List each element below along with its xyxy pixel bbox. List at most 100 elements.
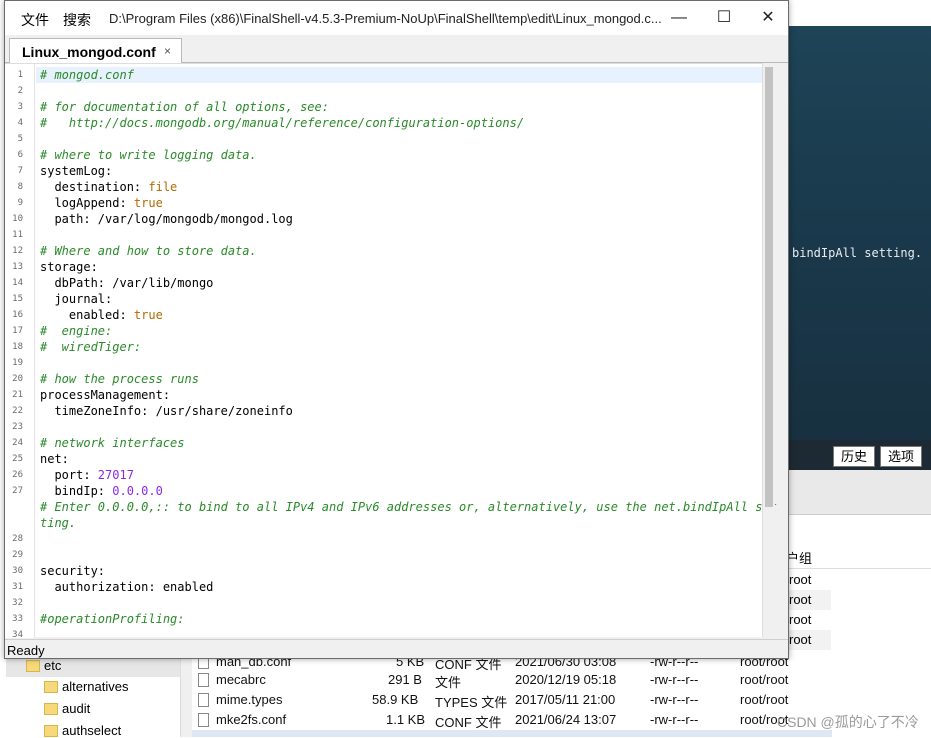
table-row-partial: [192, 730, 832, 737]
file-name: mime.types: [216, 692, 283, 707]
file-perm: -rw-r--r--: [650, 712, 699, 727]
file-type: 文件: [435, 675, 462, 690]
code-token: authorization: enabled: [40, 580, 214, 594]
tab-label: Linux_mongod.conf: [22, 44, 156, 60]
line-number: 1: [17, 70, 23, 80]
line-number: 13: [12, 262, 23, 272]
file-perm: -rw-r--r--: [650, 692, 699, 707]
file-date: 2017/05/11 21:00: [515, 692, 616, 707]
code-token: processManagement:: [40, 388, 171, 402]
file-size: 58.9 KB: [372, 692, 419, 707]
line-number: 31: [12, 582, 23, 592]
code-token: journal:: [40, 292, 113, 306]
menu-search[interactable]: 搜索: [63, 10, 91, 30]
line-number: 9: [17, 198, 23, 208]
table-row[interactable]: mime.types 58.9 KB TYPES 文件 2017/05/11 2…: [192, 690, 832, 710]
code-line: logAppend: true: [40, 195, 162, 211]
close-button[interactable]: ✕: [748, 5, 788, 31]
code-line: bindIp: 0.0.0.0: [40, 483, 163, 499]
code-token: systemLog:: [40, 164, 113, 178]
file-toolbar: [789, 470, 931, 515]
scrollbar-thumb[interactable]: [765, 67, 773, 507]
line-number: 28: [12, 534, 23, 544]
line-number: 19: [12, 358, 23, 368]
directory-tree: etc alternatives audit authselect: [0, 657, 180, 738]
file-date: 2020/12/19 05:18: [515, 672, 617, 687]
table-row[interactable]: mke2fs.conf 1.1 KB CONF 文件 2021/06/24 13…: [192, 710, 832, 730]
line-number: 17: [12, 326, 23, 336]
file-name: mecabrc: [216, 672, 266, 687]
code-line: # for documentation of all options, see:: [40, 99, 329, 115]
code-line: dbPath: /var/lib/mongo: [40, 275, 213, 291]
history-button[interactable]: 历史: [833, 446, 875, 467]
line-number: 21: [12, 390, 23, 400]
code-line: destination: file: [40, 179, 177, 195]
code-token: logAppend:: [40, 196, 134, 210]
line-number: 24: [12, 438, 23, 448]
line-number: 32: [12, 598, 23, 608]
code-token: port:: [40, 468, 98, 482]
file-owner: root/root: [740, 692, 789, 707]
code-line: # Where and how to store data.: [40, 243, 257, 259]
file-date: 2021/06/24 13:07: [515, 712, 617, 727]
tree-item-alternatives[interactable]: alternatives: [62, 679, 128, 694]
tree-item-audit[interactable]: audit: [62, 701, 90, 716]
title-bar[interactable]: 文件 搜索 D:\Program Files (x86)\FinalShell-…: [5, 1, 788, 35]
line-number: 29: [12, 550, 23, 560]
code-token: dbPath: /var/lib/mongo: [40, 276, 214, 290]
code-line: # engine:: [40, 323, 112, 339]
tree-splitter[interactable]: [180, 657, 192, 737]
code-token: security:: [40, 564, 106, 578]
line-number: 26: [12, 470, 23, 480]
menu-file[interactable]: 文件: [21, 10, 49, 30]
tree-item-etc[interactable]: etc: [44, 658, 61, 673]
code-line: # how the process runs: [40, 371, 199, 387]
column-header-group[interactable]: 户组: [786, 548, 812, 567]
status-bar: Ready: [5, 639, 788, 658]
file-path: D:\Program Files (x86)\FinalShell-v4.5.3…: [109, 11, 662, 26]
file-type: TYPES 文件: [435, 695, 508, 710]
code-token: # wiredTiger:: [40, 340, 142, 354]
code-line: #operationProfiling:: [40, 611, 185, 627]
line-number: 7: [17, 166, 23, 176]
owner-cell: root: [789, 632, 812, 647]
line-number: 14: [12, 278, 23, 288]
tab-linux-mongod-conf[interactable]: Linux_mongod.conf ×: [9, 38, 182, 64]
line-number: 30: [12, 566, 23, 576]
file-name: mke2fs.conf: [216, 712, 287, 727]
code-token: # engine:: [40, 324, 113, 338]
file-icon: [198, 713, 209, 727]
tab-close-icon[interactable]: ×: [164, 44, 171, 58]
line-number: 27: [12, 486, 23, 496]
code-token: # Enter 0.0.0.0,:: to bind to all IPv4 a…: [40, 500, 777, 514]
table-row[interactable]: mecabrc 291 B 文件 2020/12/19 05:18 -rw-r-…: [192, 670, 832, 690]
line-number: 12: [12, 246, 23, 256]
code-token: storage:: [40, 260, 98, 274]
line-number: 15: [12, 294, 23, 304]
line-number: 11: [12, 230, 23, 240]
line-number: 25: [12, 454, 23, 464]
code-token: # for documentation of all options, see:: [40, 100, 329, 114]
maximize-button[interactable]: ☐: [704, 5, 744, 31]
code-token: # Where and how to store data.: [40, 244, 257, 258]
options-button[interactable]: 选项: [880, 446, 922, 467]
code-token: # how the process runs: [40, 372, 199, 386]
line-number: 2: [17, 86, 23, 96]
line-number: 5: [17, 134, 23, 144]
code-token: # where to write logging data.: [40, 148, 257, 162]
code-token: destination:: [40, 180, 149, 194]
code-token: net:: [40, 452, 69, 466]
terminal-text: bindIpAll setting.: [792, 246, 923, 260]
code-line: enabled: true: [40, 307, 163, 323]
tree-item-authselect[interactable]: authselect: [62, 723, 121, 738]
code-token: 27017: [97, 468, 134, 482]
code-token: 0.0.0.0: [112, 484, 163, 498]
vertical-scrollbar[interactable]: [762, 63, 775, 637]
code-editor[interactable]: 1 # mongod.conf 2 3 # for documentation of a…: [5, 63, 777, 640]
file-size: 291 B: [388, 672, 422, 687]
code-line: # where to write logging data.: [40, 147, 257, 163]
line-number: 33: [12, 614, 23, 624]
minimize-button[interactable]: —: [659, 5, 699, 31]
line-number: 4: [17, 118, 23, 128]
file-perm: -rw-r--r--: [650, 672, 699, 687]
